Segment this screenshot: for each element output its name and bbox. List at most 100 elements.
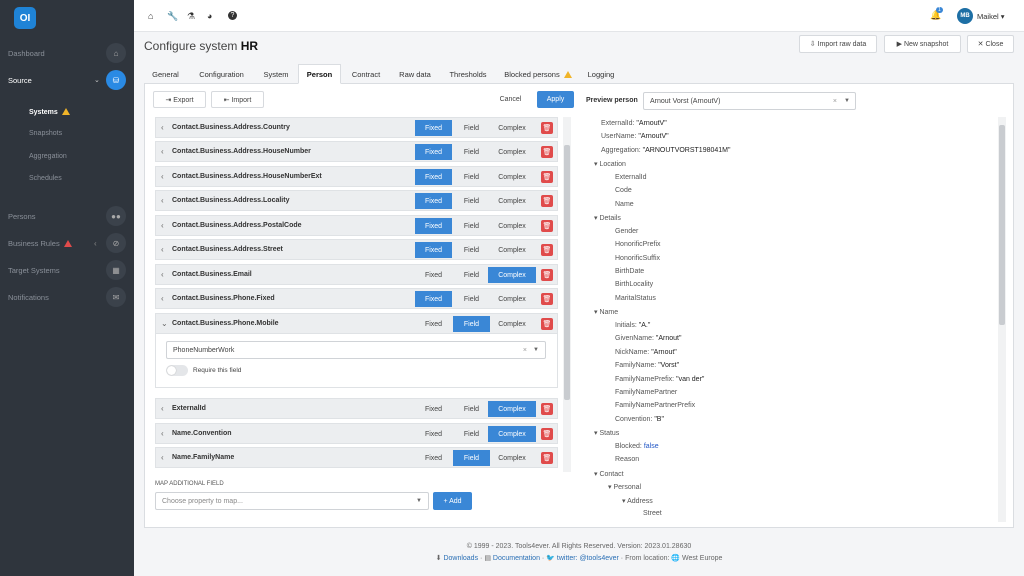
clear-icon[interactable]: ×: [833, 98, 837, 105]
mapping-row[interactable]: ‹ Contact.Business.Phone.Fixed Fixed Field C…: [155, 288, 558, 309]
field-option[interactable]: Field: [453, 401, 490, 417]
flask-icon[interactable]: ⚗: [187, 11, 195, 22]
tree-node[interactable]: ▾ Name: [594, 308, 618, 316]
delete-icon[interactable]: 🗑: [541, 293, 553, 305]
complex-option[interactable]: Complex: [488, 242, 536, 258]
field-option[interactable]: Field: [453, 426, 490, 442]
complex-option[interactable]: Complex: [488, 218, 536, 234]
sidebar-subitem-snapshots[interactable]: Snapshots: [29, 130, 62, 137]
tab-blocked-persons[interactable]: Blocked persons: [497, 64, 579, 84]
sidebar-subitem-aggregation[interactable]: Aggregation: [29, 153, 67, 160]
mapping-row[interactable]: ‹ Contact.Business.Address.HouseNumberExt…: [155, 166, 558, 187]
field-option[interactable]: Field: [453, 144, 490, 160]
field-option[interactable]: Field: [453, 169, 490, 185]
sidebar-subitem-systems[interactable]: Systems: [29, 108, 70, 116]
chevron-left-icon[interactable]: ‹: [161, 221, 164, 230]
complex-option[interactable]: Complex: [488, 450, 536, 466]
fixed-option[interactable]: Fixed: [415, 267, 452, 283]
delete-icon[interactable]: 🗑: [541, 244, 553, 256]
chevron-left-icon[interactable]: ‹: [161, 147, 164, 156]
delete-icon[interactable]: 🗑: [541, 171, 553, 183]
fixed-option[interactable]: Fixed: [415, 193, 452, 209]
chevron-left-icon[interactable]: ‹: [161, 172, 164, 181]
complex-option[interactable]: Complex: [488, 291, 536, 307]
sidebar-item-dashboard[interactable]: Dashboard ⌂: [0, 40, 134, 66]
tree-node[interactable]: ▾ Address: [622, 497, 653, 505]
tree-node[interactable]: ▾ Details: [594, 214, 621, 222]
complex-option[interactable]: Complex: [488, 267, 536, 283]
export-button[interactable]: ⇥ Export: [153, 91, 206, 108]
field-option[interactable]: Field: [453, 450, 490, 466]
mapping-row[interactable]: ‹ Name.FamilyName Fixed Field Complex 🗑: [155, 447, 558, 468]
chevron-down-icon[interactable]: ⌄: [161, 319, 168, 328]
fixed-option[interactable]: Fixed: [415, 242, 452, 258]
tab-person[interactable]: Person: [298, 64, 341, 84]
scrollbar-thumb[interactable]: [999, 125, 1005, 325]
tab-raw-data[interactable]: Raw data: [391, 64, 439, 84]
twitter-link[interactable]: twitter: @tools4ever: [557, 555, 619, 562]
delete-icon[interactable]: 🗑: [541, 428, 553, 440]
app-logo[interactable]: OI: [14, 7, 36, 29]
clear-icon[interactable]: ×: [523, 347, 527, 354]
fixed-option[interactable]: Fixed: [415, 316, 452, 332]
delete-icon[interactable]: 🗑: [541, 318, 553, 330]
fixed-option[interactable]: Fixed: [415, 144, 452, 160]
mapping-row[interactable]: ‹ ExternalId Fixed Field Complex 🗑: [155, 398, 558, 419]
chevron-left-icon[interactable]: ‹: [161, 453, 164, 462]
delete-icon[interactable]: 🗑: [541, 195, 553, 207]
wrench-icon[interactable]: 🔧: [167, 11, 178, 22]
fixed-option[interactable]: Fixed: [415, 120, 452, 136]
require-toggle[interactable]: [166, 365, 188, 376]
apply-button[interactable]: Apply: [537, 91, 574, 108]
sidebar-item-business-rules[interactable]: Business Rules ‹ ⊘: [0, 230, 134, 256]
chevron-left-icon[interactable]: ‹: [161, 196, 164, 205]
import-raw-data-button[interactable]: ⇩ Import raw data: [799, 35, 877, 53]
delete-icon[interactable]: 🗑: [541, 269, 553, 281]
chevron-left-icon[interactable]: ‹: [161, 294, 164, 303]
mapping-row[interactable]: ‹ Contact.Business.Address.Country Fixed Fi…: [155, 117, 558, 138]
tree-node[interactable]: ▾ Location: [594, 160, 626, 168]
complex-option[interactable]: Complex: [488, 120, 536, 136]
mapping-row[interactable]: ‹ Contact.Business.Email Fixed Field Complex…: [155, 264, 558, 285]
complex-option[interactable]: Complex: [488, 401, 536, 417]
delete-icon[interactable]: 🗑: [541, 220, 553, 232]
mapping-row[interactable]: ‹ Contact.Business.Address.HouseNumber Fix…: [155, 141, 558, 162]
tree-node[interactable]: ▾ Status: [594, 429, 619, 437]
fixed-option[interactable]: Fixed: [415, 426, 452, 442]
user-menu[interactable]: Maikel ▾: [977, 12, 1005, 21]
sidebar-item-persons[interactable]: Persons ●●: [0, 203, 134, 229]
chevron-left-icon[interactable]: ‹: [161, 270, 164, 279]
chevron-left-icon[interactable]: ‹: [161, 123, 164, 132]
complex-option[interactable]: Complex: [488, 169, 536, 185]
property-select[interactable]: Choose property to map... ▼: [155, 492, 429, 510]
sidebar-item-target-systems[interactable]: Target Systems ▦: [0, 257, 134, 283]
field-option[interactable]: Field: [453, 120, 490, 136]
scrollbar-thumb[interactable]: [564, 145, 570, 400]
mapping-row[interactable]: ‹ Contact.Business.Address.Locality Fixed F…: [155, 190, 558, 211]
delete-icon[interactable]: 🗑: [541, 403, 553, 415]
mapping-row[interactable]: ‹ Contact.Business.Address.PostalCode Fixe…: [155, 215, 558, 236]
delete-icon[interactable]: 🗑: [541, 146, 553, 158]
tab-thresholds[interactable]: Thresholds: [441, 64, 495, 84]
cancel-button[interactable]: Cancel: [488, 91, 533, 108]
mapping-row[interactable]: ‹ Name.Convention Fixed Field Complex 🗑: [155, 423, 558, 444]
tab-system[interactable]: System: [256, 64, 296, 84]
tree-node[interactable]: ▾ Contact: [594, 470, 624, 478]
field-option[interactable]: Field: [453, 242, 490, 258]
field-option[interactable]: Field: [453, 218, 490, 234]
tab-logging[interactable]: Logging: [581, 64, 621, 84]
preview-scrollbar[interactable]: [998, 117, 1006, 522]
tab-configuration[interactable]: Configuration: [189, 64, 254, 84]
complex-option[interactable]: Complex: [488, 144, 536, 160]
documentation-link[interactable]: Documentation: [493, 555, 540, 562]
fixed-option[interactable]: Fixed: [415, 169, 452, 185]
field-option[interactable]: Field: [453, 193, 490, 209]
sidebar-item-notifications[interactable]: Notifications ✉: [0, 284, 134, 310]
home-icon[interactable]: ⌂: [148, 11, 153, 21]
chevron-left-icon[interactable]: ‹: [161, 429, 164, 438]
close-button[interactable]: ✕ Close: [967, 35, 1014, 53]
delete-icon[interactable]: 🗑: [541, 122, 553, 134]
field-option[interactable]: Field: [453, 316, 490, 332]
import-button[interactable]: ⇤ Import: [211, 91, 264, 108]
fixed-option[interactable]: Fixed: [415, 291, 452, 307]
